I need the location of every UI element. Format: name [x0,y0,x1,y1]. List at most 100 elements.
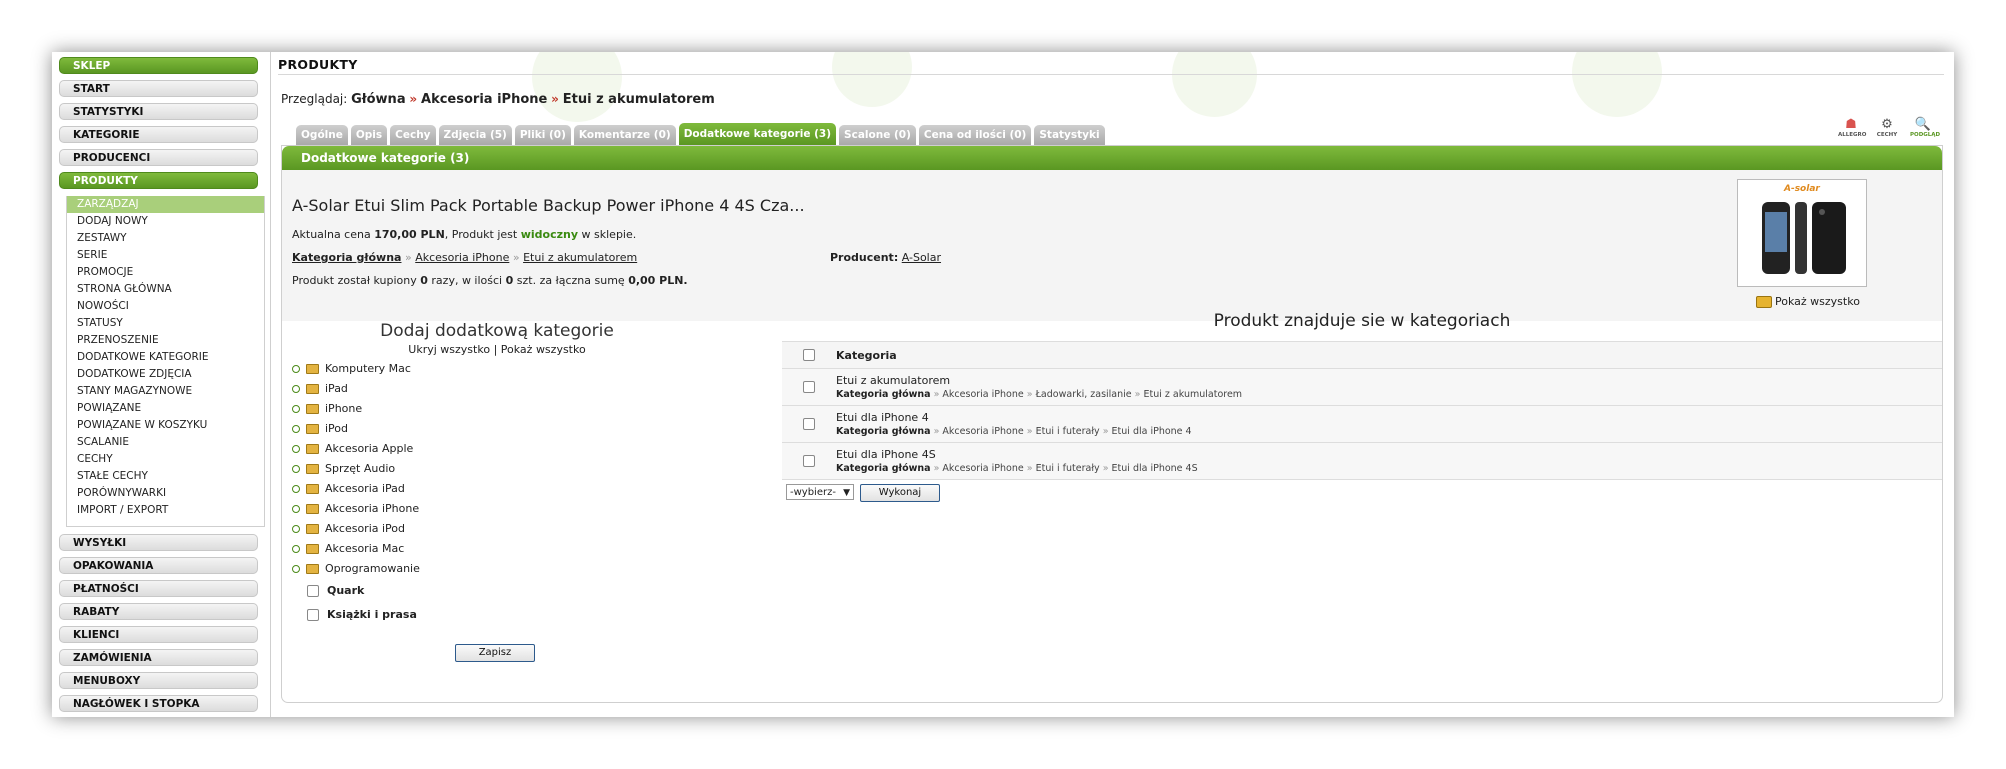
sidebar-item-statystyki[interactable]: STATYSTYKI [59,103,258,120]
sidebar-item-naglowek-stopka[interactable]: NAGŁÓWEK I STOPKA [59,695,258,712]
sidebar-item-opakowania[interactable]: OPAKOWANIA [59,557,258,574]
product-thumbnail[interactable]: A-solar [1737,179,1867,287]
tab-pliki[interactable]: Pliki (0) [514,125,571,145]
producer-link[interactable]: A-Solar [902,251,941,264]
submenu-item[interactable]: PROMOCJE [67,264,264,281]
tree-item[interactable]: iPod [292,419,420,439]
submenu-item[interactable]: POWIĄZANE W KOSZYKU [67,417,264,434]
submenu-item[interactable]: STATUSY [67,315,264,332]
submenu-item[interactable]: STRONA GŁÓWNA [67,281,264,298]
execute-button[interactable]: Wykonaj [860,484,940,502]
row-checkbox[interactable] [803,418,815,430]
sidebar-item-platnosci[interactable]: PŁATNOŚCI [59,580,258,597]
submenu-item[interactable]: SERIE [67,247,264,264]
submenu-item[interactable]: ZARZĄDZAJ [67,196,264,213]
sidebar-item-wysylki[interactable]: WYSYŁKI [59,534,258,551]
sidebar-item-start[interactable]: START [59,80,258,97]
action-select[interactable]: -wybierz- ▼ [786,484,854,500]
submenu-item[interactable]: DODATKOWE KATEGORIE [67,349,264,366]
tree-item[interactable]: Akcesoria Apple [292,439,420,459]
submenu-item[interactable]: SCALANIE [67,434,264,451]
submenu-item[interactable]: DODATKOWE ZDJĘCIA [67,366,264,383]
submenu-item[interactable]: STANY MAGAZYNOWE [67,383,264,400]
hide-all-link[interactable]: Ukryj wszystko [408,343,490,356]
tab-cena-od-ilosci[interactable]: Cena od ilości (0) [918,125,1032,145]
submenu-item[interactable]: IMPORT / EXPORT [67,502,264,519]
submenu-item[interactable]: PRZENOSZENIE [67,332,264,349]
tree-item[interactable]: iPhone [292,399,420,419]
tree-item[interactable]: Akcesoria iPad [292,479,420,499]
sidebar-item-klienci[interactable]: KLIENCI [59,626,258,643]
submenu-item[interactable]: STAŁE CECHY [67,468,264,485]
sidebar-item-menuboxy[interactable]: MENUBOXY [59,672,258,689]
expand-icon[interactable] [292,505,300,513]
purchase-prefix: Produkt został kupiony [292,274,421,287]
submenu-item[interactable]: ZESTAWY [67,230,264,247]
sidebar-item-rabaty[interactable]: RABATY [59,603,258,620]
sidebar-item-produkty[interactable]: PRODUKTY [59,172,258,189]
tree-item[interactable]: Akcesoria iPod [292,519,420,539]
expand-icon[interactable] [292,545,300,553]
producer-label: Producent: [830,251,899,264]
breadcrumb-item[interactable]: Akcesoria iPhone [421,92,547,107]
allegro-button[interactable]: ☗ ALLEGRO [1838,117,1866,139]
show-all-photos-link[interactable]: Pokaż wszystko [1756,295,1860,308]
folder-icon [306,524,319,534]
category-path-link[interactable]: Akcesoria iPhone [415,251,509,264]
submenu-item[interactable]: PORÓWNYWARKI [67,485,264,502]
expand-icon[interactable] [292,365,300,373]
main-category-link[interactable]: Kategoria główna [292,251,401,264]
tree-item[interactable]: Komputery Mac [292,359,420,379]
save-button[interactable]: Zapisz [455,644,535,662]
price-prefix: Aktualna cena [292,228,375,241]
podglad-button[interactable]: 🔍 PODGLĄD [1910,118,1940,139]
submenu-item[interactable]: NOWOŚCI [67,298,264,315]
tree-item[interactable]: Akcesoria Mac [292,539,420,559]
expand-icon[interactable] [292,485,300,493]
tree-item[interactable]: Oprogramowanie [292,559,420,579]
expand-icon[interactable] [292,425,300,433]
tab-zdjecia[interactable]: Zdjęcia (5) [438,125,512,145]
row-checkbox[interactable] [803,381,815,393]
breadcrumb-separator: » [409,92,418,106]
tab-komentarze[interactable]: Komentarze (0) [573,125,676,145]
category-checkbox[interactable] [307,585,319,597]
tab-ogolne[interactable]: Ogólne [296,125,348,145]
expand-icon[interactable] [292,385,300,393]
sidebar-item-zamowienia[interactable]: ZAMÓWIENIA [59,649,258,666]
tree-item[interactable]: iPad [292,379,420,399]
expand-icon[interactable] [292,405,300,413]
tree-item[interactable]: Sprzęt Audio [292,459,420,479]
cechy-button[interactable]: ⚙ CECHY [1874,118,1900,139]
show-all-link[interactable]: Pokaż wszystko [501,343,586,356]
submenu-item[interactable]: POWIĄZANE [67,400,264,417]
tab-statystyki[interactable]: Statystyki [1034,125,1105,145]
category-name: Etui dla iPhone 4 [836,411,929,424]
expand-icon[interactable] [292,525,300,533]
purchase-line: Produkt został kupiony 0 razy, w ilości … [292,274,688,287]
tree-item[interactable]: Akcesoria iPhone [292,499,420,519]
path-separator: » [404,251,412,264]
sidebar-item-sklep[interactable]: SKLEP [59,57,258,74]
row-checkbox[interactable] [803,455,815,467]
expand-icon[interactable] [292,465,300,473]
allegro-icon: ☗ [1845,117,1857,132]
sidebar-item-producenci[interactable]: PRODUCENCI [59,149,258,166]
category-path-link[interactable]: Etui z akumulatorem [523,251,637,264]
select-all-checkbox[interactable] [803,349,815,361]
tab-opis[interactable]: Opis [350,125,388,145]
tab-cechy[interactable]: Cechy [390,125,436,145]
category-checkbox[interactable] [307,609,319,621]
breadcrumb-item[interactable]: Główna [351,92,405,107]
breadcrumb-item[interactable]: Etui z akumulatorem [563,92,715,107]
tab-dodatkowe-kategorie[interactable]: Dodatkowe kategorie (3) [678,123,837,145]
submenu-item[interactable]: CECHY [67,451,264,468]
tab-scalone[interactable]: Scalone (0) [839,125,916,145]
phone-image [1762,202,1846,274]
tree-item-label: Akcesoria Mac [325,542,405,555]
expand-icon[interactable] [292,565,300,573]
tree-item-label: iPad [325,382,348,395]
submenu-item[interactable]: DODAJ NOWY [67,213,264,230]
expand-icon[interactable] [292,445,300,453]
sidebar-item-kategorie[interactable]: KATEGORIE [59,126,258,143]
